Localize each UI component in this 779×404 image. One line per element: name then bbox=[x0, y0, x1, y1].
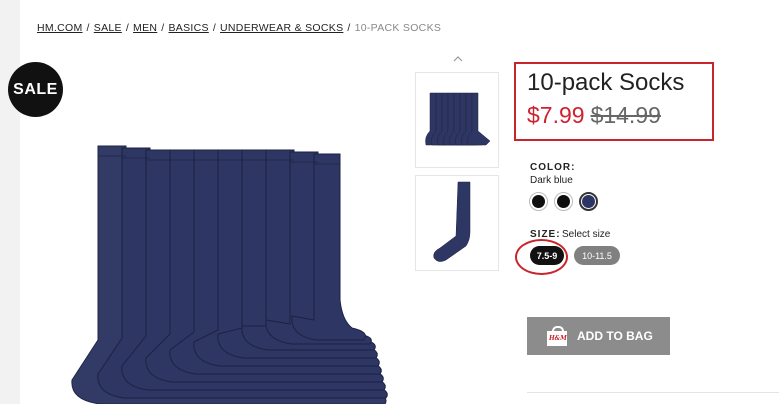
swatch-fill bbox=[557, 195, 570, 208]
breadcrumb-underwear-socks[interactable]: UNDERWEAR & SOCKS bbox=[220, 22, 343, 34]
breadcrumb-current: 10-PACK SOCKS bbox=[354, 22, 442, 34]
product-title: 10-pack Socks bbox=[527, 69, 685, 96]
product-main-image[interactable] bbox=[40, 140, 400, 404]
swatch-fill bbox=[532, 195, 545, 208]
breadcrumb-separator: / bbox=[125, 22, 130, 34]
price-row: $7.99 $14.99 bbox=[527, 102, 661, 129]
thumbnail-pack-image bbox=[425, 92, 491, 146]
color-value: Dark blue bbox=[530, 175, 573, 186]
breadcrumb-hm[interactable]: HM.COM bbox=[37, 22, 83, 34]
shopping-bag-icon: H&M bbox=[547, 326, 567, 346]
swatch-fill bbox=[582, 195, 595, 208]
breadcrumb-separator: / bbox=[347, 22, 351, 34]
size-hint: Select size bbox=[562, 229, 611, 240]
color-swatch-black[interactable] bbox=[554, 192, 573, 211]
thumbnail-single-image bbox=[433, 181, 471, 262]
divider bbox=[527, 392, 779, 393]
breadcrumb-basics[interactable]: BASICS bbox=[169, 22, 209, 34]
add-to-bag-button[interactable]: H&M ADD TO BAG bbox=[527, 317, 670, 355]
breadcrumb-separator: / bbox=[86, 22, 90, 34]
add-to-bag-label: ADD TO BAG bbox=[577, 329, 653, 343]
color-swatch-dark-blue[interactable] bbox=[579, 192, 598, 211]
original-price: $14.99 bbox=[590, 102, 661, 128]
sock-stack bbox=[71, 145, 388, 404]
sale-price: $7.99 bbox=[527, 102, 585, 128]
size-option-10-11-5[interactable]: 10-11.5 bbox=[574, 246, 620, 265]
breadcrumb-separator: / bbox=[161, 22, 165, 34]
chevron-up-icon[interactable] bbox=[452, 55, 464, 63]
breadcrumb-men[interactable]: MEN bbox=[133, 22, 157, 34]
breadcrumb-sale[interactable]: SALE bbox=[94, 22, 122, 34]
breadcrumb: HM.COM / SALE / MEN / BASICS / UNDERWEAR & SOCKS… bbox=[37, 22, 441, 34]
bag-logo: H&M bbox=[549, 335, 567, 342]
breadcrumb-separator: / bbox=[212, 22, 217, 34]
color-swatch-black[interactable] bbox=[529, 192, 548, 211]
sale-badge: SALE bbox=[8, 62, 63, 117]
size-option-7-5-9[interactable]: 7.5-9 bbox=[530, 246, 564, 265]
thumbnail-single[interactable] bbox=[415, 175, 499, 271]
color-label: COLOR: bbox=[530, 162, 576, 173]
thumbnail-pack[interactable] bbox=[415, 72, 499, 168]
size-label: SIZE: bbox=[530, 229, 561, 240]
